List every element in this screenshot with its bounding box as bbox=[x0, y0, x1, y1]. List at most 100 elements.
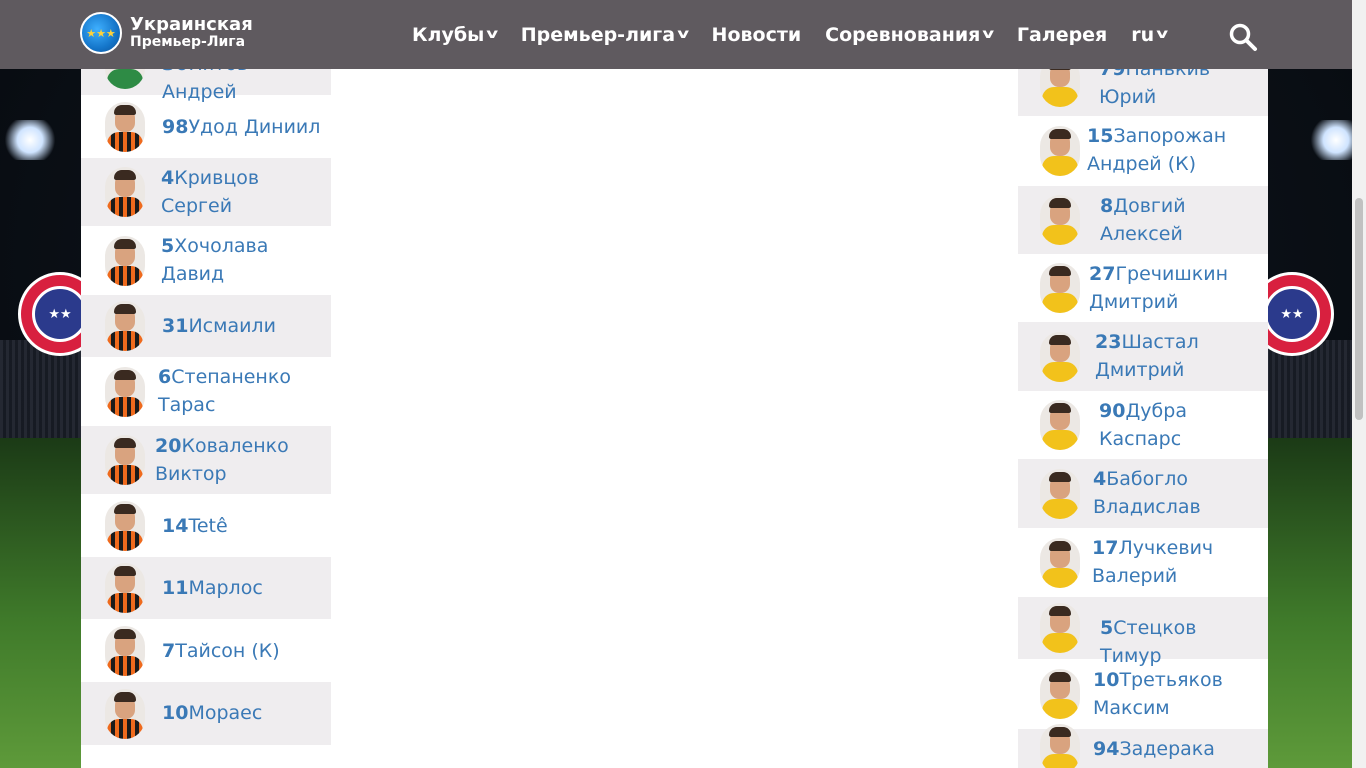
player-row[interactable]: 8Довгий Алексей bbox=[1018, 186, 1268, 254]
chevron-down-icon: v bbox=[486, 27, 499, 42]
player-link[interactable]: 14Tetê bbox=[162, 512, 323, 540]
player-photo bbox=[1040, 263, 1080, 313]
player-row[interactable]: 5Стецков Тимур bbox=[1018, 597, 1268, 667]
player-photo bbox=[1040, 332, 1080, 382]
player-photo bbox=[1040, 538, 1080, 588]
player-name: Хочолава Давид bbox=[161, 235, 269, 285]
player-row[interactable]: 90Дубра Каспарс bbox=[1018, 391, 1268, 459]
player-number: 4 bbox=[1093, 468, 1107, 490]
player-row[interactable]: 23Шастал Дмитрий bbox=[1018, 322, 1268, 391]
player-link[interactable]: 4Кривцов Сергей bbox=[161, 164, 323, 220]
player-row[interactable]: 31Исмаили bbox=[81, 295, 331, 357]
player-link[interactable]: 27Гречишкин Дмитрий bbox=[1089, 260, 1260, 316]
player-photo bbox=[1040, 669, 1080, 719]
player-number: 90 bbox=[1099, 400, 1126, 422]
player-number: 8 bbox=[1100, 195, 1114, 217]
player-link[interactable]: 11Марлос bbox=[162, 574, 323, 602]
player-name: Исмаили bbox=[188, 315, 276, 337]
player-number: 4 bbox=[161, 167, 175, 189]
player-link[interactable]: 6Степаненко Тарас bbox=[158, 363, 323, 419]
player-link[interactable]: 23Шастал Дмитрий bbox=[1095, 328, 1260, 384]
player-photo bbox=[105, 301, 145, 351]
away-lineup: 79Панькив Юрий 15Запорожан Андрей (К) 8Дов… bbox=[1018, 47, 1268, 768]
player-name: Довгий Алексей bbox=[1100, 195, 1186, 245]
nav-premier-league[interactable]: Премьер-лига v bbox=[521, 24, 690, 46]
player-photo bbox=[1040, 724, 1080, 768]
brand-link[interactable]: ★★★ Украинская Премьер-Лига bbox=[80, 12, 253, 54]
player-number: 20 bbox=[155, 435, 182, 457]
player-name: Бабогло Владислав bbox=[1093, 468, 1201, 518]
chevron-down-icon: v bbox=[677, 27, 690, 42]
player-link[interactable]: 8Довгий Алексей bbox=[1100, 192, 1260, 248]
player-link[interactable]: 31Исмаили bbox=[162, 312, 323, 340]
player-photo bbox=[105, 689, 145, 739]
player-number: 27 bbox=[1089, 263, 1116, 285]
player-link[interactable]: 20Коваленко Виктор bbox=[155, 432, 323, 488]
player-row[interactable]: 11Марлос bbox=[81, 557, 331, 619]
chevron-down-icon: v bbox=[1156, 27, 1169, 42]
player-photo bbox=[105, 367, 145, 417]
player-photo bbox=[1040, 400, 1080, 450]
player-number: 14 bbox=[162, 515, 189, 537]
player-link[interactable]: 10Третьяков Максим bbox=[1093, 666, 1260, 722]
player-photo bbox=[105, 167, 145, 217]
floodlight-left bbox=[0, 120, 60, 160]
match-lineups: 30Пятов Андрей98Удод Диниил4Кривцов Серг… bbox=[81, 0, 1268, 768]
player-row[interactable]: 27Гречишкин Дмитрий bbox=[1018, 254, 1268, 322]
player-link[interactable]: 5Хочолава Давид bbox=[161, 232, 323, 288]
nav-news[interactable]: Новости bbox=[712, 24, 802, 46]
league-logo-icon: ★★★ bbox=[80, 12, 122, 54]
player-photo bbox=[105, 501, 145, 551]
site-header: ★★★ Украинская Премьер-Лига Клубы v Премь… bbox=[0, 0, 1352, 69]
nav-gallery[interactable]: Галерея bbox=[1017, 24, 1107, 46]
brand-subtitle: Премьер-Лига bbox=[130, 34, 246, 51]
player-link[interactable]: 98Удод Диниил bbox=[162, 113, 323, 141]
nav-competitions[interactable]: Соревнования v bbox=[825, 24, 995, 46]
player-name: Tetê bbox=[188, 515, 228, 537]
player-link[interactable]: 4Бабогло Владислав bbox=[1093, 465, 1260, 521]
player-number: 5 bbox=[161, 235, 175, 257]
main-nav: Клубы v Премьер-лига v Новости Соревновани… bbox=[412, 0, 1191, 69]
nav-language[interactable]: ru v bbox=[1131, 24, 1169, 46]
player-number: 31 bbox=[162, 315, 189, 337]
player-link[interactable]: 17Лучкевич Валерий bbox=[1092, 534, 1260, 590]
player-number: 10 bbox=[162, 702, 189, 724]
player-row[interactable]: 4Кривцов Сергей bbox=[81, 158, 331, 226]
chevron-down-icon: v bbox=[982, 27, 995, 42]
player-name: Удод Диниил bbox=[188, 116, 321, 138]
player-row[interactable]: 4Бабогло Владислав bbox=[1018, 459, 1268, 528]
player-row[interactable]: 17Лучкевич Валерий bbox=[1018, 528, 1268, 597]
player-row[interactable]: 14Tetê bbox=[81, 494, 331, 557]
player-link[interactable]: 15Запорожан Андрей (К) bbox=[1087, 122, 1260, 178]
player-row[interactable]: 6Степаненко Тарас bbox=[81, 357, 331, 426]
player-photo bbox=[1040, 126, 1080, 176]
player-row[interactable]: 10Мораес bbox=[81, 682, 331, 745]
player-number: 11 bbox=[162, 577, 189, 599]
page-scrollbar[interactable] bbox=[1352, 0, 1366, 768]
home-lineup: 30Пятов Андрей98Удод Диниил4Кривцов Серг… bbox=[81, 32, 331, 745]
scrollbar-thumb[interactable] bbox=[1355, 198, 1363, 420]
player-name: Тайсон (К) bbox=[175, 640, 280, 662]
player-number: 10 bbox=[1093, 669, 1120, 691]
player-row[interactable]: 10Третьяков Максим bbox=[1018, 659, 1268, 729]
player-row[interactable]: 7Тайсон (К) bbox=[81, 619, 331, 682]
player-link[interactable]: 94Задерака bbox=[1093, 735, 1260, 763]
player-row[interactable]: 15Запорожан Андрей (К) bbox=[1018, 116, 1268, 186]
player-number: 5 bbox=[1100, 617, 1114, 639]
player-link[interactable]: 7Тайсон (К) bbox=[162, 637, 323, 665]
player-link[interactable]: 10Мораес bbox=[162, 699, 323, 727]
player-number: 94 bbox=[1093, 738, 1120, 760]
player-row[interactable]: 20Коваленко Виктор bbox=[81, 426, 331, 494]
player-row[interactable]: 98Удод Диниил bbox=[81, 95, 331, 158]
player-name: Марлос bbox=[188, 577, 263, 599]
player-photo bbox=[105, 236, 145, 286]
player-row[interactable]: 5Хочолава Давид bbox=[81, 226, 331, 295]
nav-clubs[interactable]: Клубы v bbox=[412, 24, 499, 46]
search-button[interactable] bbox=[1228, 22, 1258, 52]
player-link[interactable]: 90Дубра Каспарс bbox=[1099, 397, 1260, 453]
player-number: 6 bbox=[158, 366, 172, 388]
player-row[interactable]: 94Задерака bbox=[1018, 724, 1268, 768]
player-number: 15 bbox=[1087, 125, 1114, 147]
player-number: 23 bbox=[1095, 331, 1122, 353]
player-photo bbox=[105, 563, 145, 613]
